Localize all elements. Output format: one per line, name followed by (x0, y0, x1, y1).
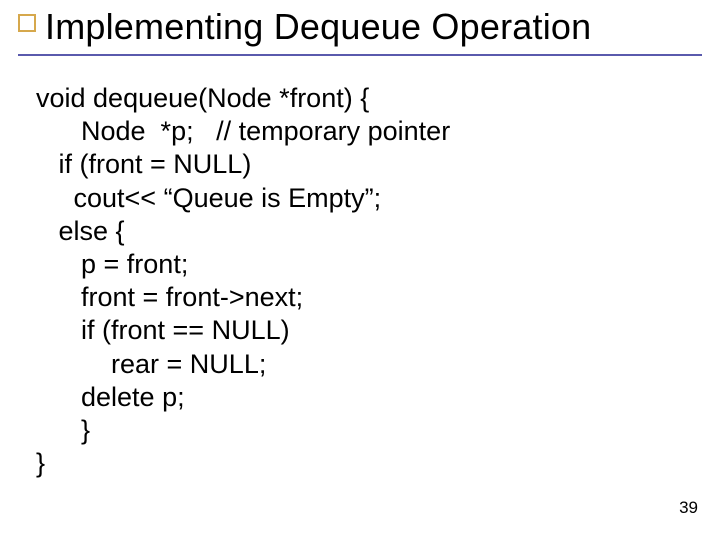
title-accent-box (18, 14, 36, 32)
code-line: delete p; (36, 382, 185, 412)
code-block: void dequeue(Node *front) { Node *p; // … (36, 82, 450, 480)
code-line: Node *p; // temporary pointer (36, 116, 450, 146)
title-underline (18, 54, 702, 56)
code-line: } (36, 415, 90, 445)
slide-title: Implementing Dequeue Operation (45, 6, 591, 48)
code-line: rear = NULL; (36, 349, 266, 379)
code-line: if (front == NULL) (36, 315, 290, 345)
code-line: if (front = NULL) (36, 149, 251, 179)
code-line: else { (36, 216, 125, 246)
code-line: void dequeue(Node *front) { (36, 83, 369, 113)
page-number: 39 (679, 498, 698, 518)
code-line: cout<< “Queue is Empty”; (36, 183, 381, 213)
code-line: p = front; (36, 249, 188, 279)
code-line: } (36, 448, 45, 478)
code-line: front = front->next; (36, 282, 303, 312)
